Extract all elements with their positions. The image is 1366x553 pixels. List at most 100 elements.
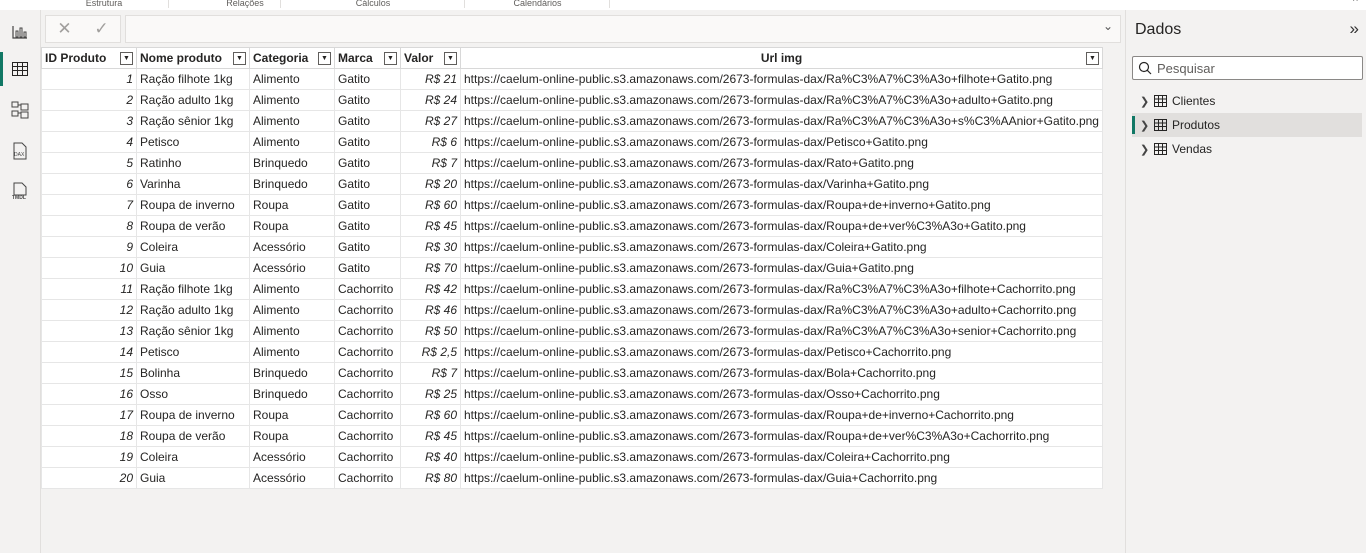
table-cell[interactable]: R$ 2,5 (400, 341, 461, 363)
table-cell[interactable]: R$ 60 (400, 404, 461, 426)
table-cell[interactable]: 10 (41, 257, 137, 279)
ribbon-group-estrutura[interactable]: Estrutura (40, 0, 169, 8)
table-cell[interactable]: Alimento (249, 131, 335, 153)
table-cell[interactable]: R$ 6 (400, 131, 461, 153)
table-cell[interactable]: R$ 80 (400, 467, 461, 489)
table-cell[interactable]: Gatito (334, 194, 401, 216)
table-cell[interactable]: Coleira (136, 236, 250, 258)
table-cell[interactable]: Ração filhote 1kg (136, 278, 250, 300)
table-cell[interactable]: Varinha (136, 173, 250, 195)
column-header[interactable]: ID Produto ▼ (41, 47, 137, 69)
table-cell[interactable]: Guia (136, 257, 250, 279)
table-cell[interactable]: https://caelum-online-public.s3.amazonaw… (460, 425, 1103, 447)
table-cell[interactable]: R$ 7 (400, 362, 461, 384)
table-cell[interactable]: Cachorrito (334, 320, 401, 342)
table-cell[interactable]: https://caelum-online-public.s3.amazonaw… (460, 404, 1103, 426)
table-cell[interactable]: 3 (41, 110, 137, 132)
table-cell[interactable]: https://caelum-online-public.s3.amazonaw… (460, 68, 1103, 90)
column-header[interactable]: Url img ▼ (460, 47, 1103, 69)
table-cell[interactable]: R$ 45 (400, 215, 461, 237)
table-cell[interactable]: Brinquedo (249, 362, 335, 384)
table-cell[interactable]: https://caelum-online-public.s3.amazonaw… (460, 194, 1103, 216)
table-cell[interactable]: R$ 20 (400, 173, 461, 195)
column-header[interactable]: Marca ▼ (334, 47, 401, 69)
table-cell[interactable]: Cachorrito (334, 446, 401, 468)
table-view-icon[interactable] (0, 52, 31, 86)
ribbon-group-calendarios[interactable]: Calendários (466, 0, 610, 8)
table-cell[interactable]: Ração filhote 1kg (136, 68, 250, 90)
ribbon-group-relacoes[interactable]: Relações (210, 0, 281, 8)
table-cell[interactable]: https://caelum-online-public.s3.amazonaw… (460, 446, 1103, 468)
table-cell[interactable]: https://caelum-online-public.s3.amazonaw… (460, 110, 1103, 132)
table-cell[interactable]: Roupa de verão (136, 425, 250, 447)
table-cell[interactable]: R$ 45 (400, 425, 461, 447)
table-cell[interactable]: R$ 24 (400, 89, 461, 111)
expand-formula-icon[interactable]: ⌄ (1103, 19, 1113, 33)
table-cell[interactable]: Gatito (334, 89, 401, 111)
table-cell[interactable]: https://caelum-online-public.s3.amazonaw… (460, 341, 1103, 363)
table-cell[interactable]: Roupa de inverno (136, 194, 250, 216)
table-cell[interactable]: Gatito (334, 236, 401, 258)
table-cell[interactable]: Gatito (334, 173, 401, 195)
table-cell[interactable]: R$ 25 (400, 383, 461, 405)
table-cell[interactable]: Cachorrito (334, 299, 401, 321)
search-input[interactable]: Pesquisar (1132, 56, 1363, 80)
table-cell[interactable]: Brinquedo (249, 383, 335, 405)
table-cell[interactable]: Alimento (249, 110, 335, 132)
table-cell[interactable]: Cachorrito (334, 278, 401, 300)
table-cell[interactable]: https://caelum-online-public.s3.amazonaw… (460, 278, 1103, 300)
table-cell[interactable]: Acessório (249, 257, 335, 279)
table-cell[interactable]: https://caelum-online-public.s3.amazonaw… (460, 236, 1103, 258)
table-cell[interactable]: Guia (136, 467, 250, 489)
table-cell[interactable]: Alimento (249, 299, 335, 321)
table-cell[interactable]: Roupa de verão (136, 215, 250, 237)
table-cell[interactable]: 5 (41, 152, 137, 174)
column-header[interactable]: Categoria ▼ (249, 47, 335, 69)
table-cell[interactable]: R$ 30 (400, 236, 461, 258)
filter-dropdown-icon[interactable]: ▼ (1085, 51, 1099, 65)
column-header[interactable]: Valor ▼ (400, 47, 461, 69)
table-cell[interactable]: R$ 40 (400, 446, 461, 468)
table-cell[interactable]: https://caelum-online-public.s3.amazonaw… (460, 89, 1103, 111)
chevron-right-icon[interactable]: ❯ (1140, 119, 1154, 132)
table-cell[interactable]: Alimento (249, 68, 335, 90)
table-cell[interactable]: Cachorrito (334, 383, 401, 405)
table-cell[interactable]: Acessório (249, 236, 335, 258)
table-cell[interactable]: https://caelum-online-public.s3.amazonaw… (460, 131, 1103, 153)
table-cell[interactable]: Gatito (334, 68, 401, 90)
chevron-right-icon[interactable]: ❯ (1140, 143, 1154, 156)
table-cell[interactable]: Gatito (334, 152, 401, 174)
table-cell[interactable]: 17 (41, 404, 137, 426)
table-cell[interactable]: Coleira (136, 446, 250, 468)
table-cell[interactable]: Petisco (136, 131, 250, 153)
table-cell[interactable]: R$ 50 (400, 320, 461, 342)
table-cell[interactable]: Acessório (249, 467, 335, 489)
table-cell[interactable]: https://caelum-online-public.s3.amazonaw… (460, 362, 1103, 384)
dax-query-view-icon[interactable]: DAX (9, 140, 31, 162)
table-cell[interactable]: Cachorrito (334, 362, 401, 384)
table-cell[interactable]: https://caelum-online-public.s3.amazonaw… (460, 299, 1103, 321)
table-cell[interactable]: Brinquedo (249, 152, 335, 174)
table-cell[interactable]: Gatito (334, 215, 401, 237)
table-cell[interactable]: Ração sênior 1kg (136, 320, 250, 342)
tmdl-view-icon[interactable]: TMDL (9, 180, 31, 202)
table-cell[interactable]: Roupa (249, 425, 335, 447)
filter-dropdown-icon[interactable]: ▼ (444, 51, 457, 65)
table-cell[interactable]: 18 (41, 425, 137, 447)
table-cell[interactable]: Roupa (249, 404, 335, 426)
table-cell[interactable]: R$ 42 (400, 278, 461, 300)
table-cell[interactable]: Gatito (334, 110, 401, 132)
table-cell[interactable]: Gatito (334, 131, 401, 153)
table-cell[interactable]: 13 (41, 320, 137, 342)
table-cell[interactable]: Ração sênior 1kg (136, 110, 250, 132)
table-cell[interactable]: Alimento (249, 341, 335, 363)
table-cell[interactable]: Brinquedo (249, 173, 335, 195)
table-cell[interactable]: 6 (41, 173, 137, 195)
table-cell[interactable]: Acessório (249, 446, 335, 468)
table-cell[interactable]: Cachorrito (334, 341, 401, 363)
commit-icon[interactable]: ✓ (94, 19, 108, 39)
table-cell[interactable]: https://caelum-online-public.s3.amazonaw… (460, 383, 1103, 405)
tree-item-produtos[interactable]: ❯ Produtos (1132, 113, 1362, 137)
table-cell[interactable]: https://caelum-online-public.s3.amazonaw… (460, 467, 1103, 489)
table-cell[interactable]: 8 (41, 215, 137, 237)
